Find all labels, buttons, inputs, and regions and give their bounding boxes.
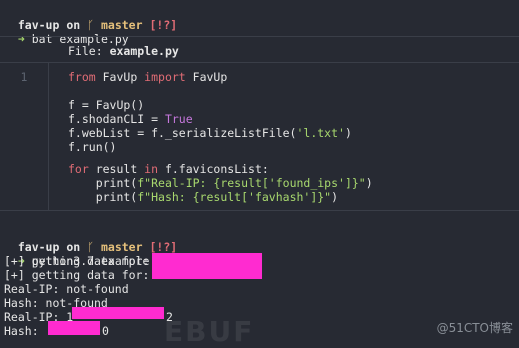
prompt-status: [!?] [149, 18, 178, 32]
freebuf-watermark: EBUF [164, 315, 255, 348]
bat-bottom-rule [0, 210, 519, 211]
code-line-5: f.webList = f._serializeListFile('l.txt'… [68, 126, 352, 140]
file-name: example.py [109, 44, 179, 58]
code-line-6: f.run() [68, 140, 117, 154]
code-line-3: f = FavUp() [68, 98, 145, 112]
bat-top-rule [0, 36, 519, 37]
code-line-4: f.shodanCLI = True [68, 112, 193, 126]
redaction-bar [72, 307, 164, 319]
site-watermark: @51CTO博客 [436, 321, 513, 335]
output-line-6-tail: 0 [102, 324, 109, 338]
line-number: 1 [20, 70, 28, 84]
bat-gutter-divider [48, 62, 49, 210]
bat-file-header: File: example.py [68, 44, 179, 58]
output-line-6: Hash: [4, 324, 39, 338]
output-line-2: [+] getting data for: [4, 268, 150, 282]
prompt-arrow-icon: ➜ [17, 32, 25, 46]
code-line-1: from FavUp import FavUp [68, 70, 228, 84]
redaction-bar [48, 321, 100, 335]
redaction-bar [152, 253, 262, 279]
code-line-9: print(f"Real-IP: {result['found_ips']}") [68, 176, 373, 190]
code-line-10: print(f"Hash: {result['favhash']}") [68, 190, 339, 204]
command-line-1: ➜ bat example.py [4, 18, 129, 46]
file-label: File: [68, 44, 103, 58]
code-line-8: for result in f.faviconsList: [68, 162, 269, 176]
bat-header-rule [0, 62, 519, 63]
output-line-1: [+] getting data for: [4, 254, 150, 268]
output-line-3: Real-IP: not-found [4, 282, 129, 296]
